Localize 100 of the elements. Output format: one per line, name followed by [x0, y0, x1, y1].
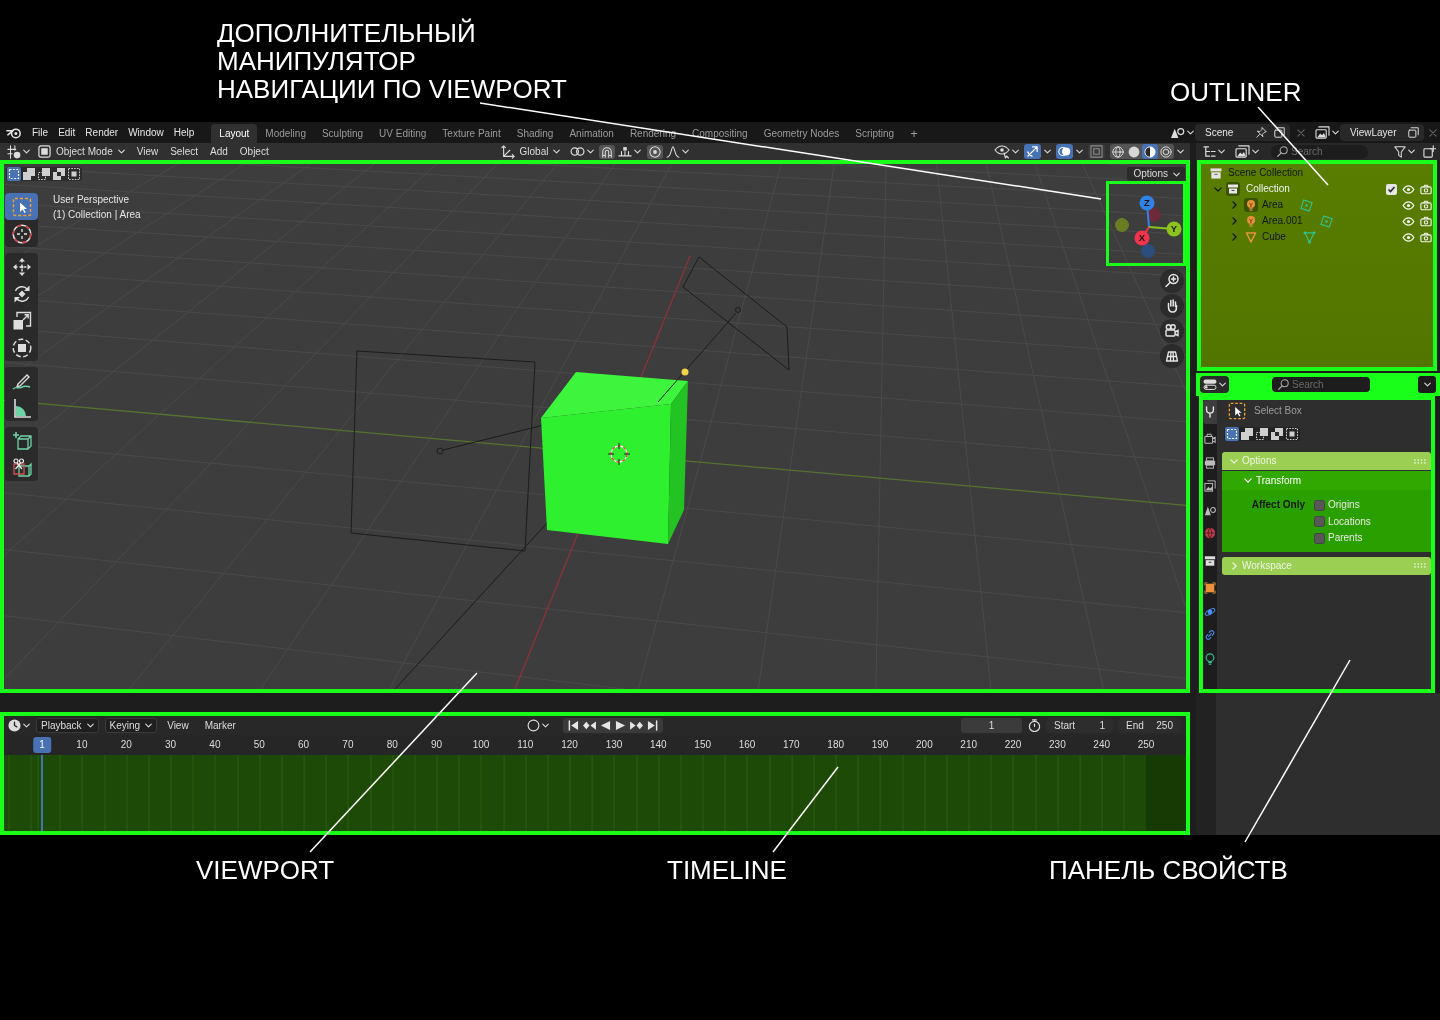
filter-button[interactable] [1394, 145, 1415, 158]
close-icon[interactable] [1429, 128, 1437, 137]
add-workspace-button[interactable]: + [902, 124, 926, 143]
camera-icon[interactable] [1420, 215, 1432, 227]
workspace-tab[interactable]: Layout [211, 124, 258, 143]
snap-target-dropdown[interactable] [618, 146, 642, 157]
subtract-squares-icon[interactable] [37, 167, 51, 181]
workspace-tab[interactable]: Sculpting [313, 124, 372, 143]
union-squares-icon[interactable] [1240, 427, 1254, 441]
menu-dropdown[interactable]: Playback [36, 718, 99, 733]
difference-squares-icon[interactable] [1270, 427, 1284, 441]
movie-camera-icon[interactable] [1160, 319, 1184, 343]
intersect-squares-icon[interactable] [1285, 427, 1299, 441]
checkbox[interactable] [1314, 499, 1325, 511]
tree-item-label[interactable]: Collection [1246, 183, 1290, 195]
menu-item[interactable]: Marker [198, 719, 242, 732]
search-field[interactable]: Search [1272, 377, 1370, 392]
axis-ball[interactable]: Z [1139, 195, 1155, 211]
pivot-dropdown[interactable] [570, 146, 595, 157]
chevron-right-icon[interactable] [1231, 201, 1237, 209]
subtract-squares-icon[interactable] [1255, 427, 1269, 441]
navigation-gizmo[interactable]: Z Y X [1109, 184, 1183, 263]
chevron-down-icon[interactable] [1214, 186, 1222, 192]
menu-item[interactable]: Help [168, 122, 200, 143]
hand-icon[interactable] [1160, 294, 1184, 318]
falloff-dropdown[interactable] [666, 145, 690, 158]
workspace-tab[interactable]: Geometry Nodes [755, 124, 848, 143]
previous-keyframe-icon[interactable] [583, 720, 596, 731]
editor-type-button[interactable] [1200, 376, 1229, 393]
visibility-dropdown[interactable] [994, 144, 1019, 159]
orientation-dropdown[interactable]: Global [500, 144, 561, 159]
tool-button[interactable] [5, 193, 38, 220]
scene-field[interactable]: Scene [1195, 124, 1290, 141]
workspace-tab[interactable]: Rendering [621, 124, 685, 143]
scene-selector-button[interactable] [1170, 126, 1194, 139]
workspace-tab[interactable]: Animation [561, 124, 622, 143]
tree-item-label[interactable]: Area [1262, 199, 1284, 211]
properties-tab[interactable] [1203, 400, 1217, 424]
dropdown-button[interactable] [1177, 149, 1184, 154]
xray-toggle[interactable] [1088, 144, 1105, 159]
chevron-right-icon[interactable] [1231, 233, 1237, 241]
chevron-right-icon[interactable] [1231, 217, 1237, 225]
tree-item-label[interactable]: Area.001 [1262, 215, 1303, 227]
snap-toggle[interactable] [599, 144, 616, 159]
menu-item[interactable]: Select [164, 145, 204, 158]
proportional-edit-toggle[interactable] [647, 144, 664, 159]
view-layer-selector-button[interactable] [1315, 126, 1339, 139]
end-frame-field[interactable]: End 250 [1118, 718, 1181, 733]
dropdown-button[interactable] [1418, 376, 1436, 393]
close-icon[interactable] [1297, 128, 1305, 137]
view-layer-field[interactable]: ViewLayer [1340, 124, 1424, 141]
menu-item[interactable]: Render [80, 122, 124, 143]
overlays-toggle[interactable] [1056, 144, 1073, 159]
camera-icon[interactable] [1420, 183, 1432, 195]
start-frame-field[interactable]: Start 1 [1046, 718, 1113, 733]
menu-item[interactable]: File [27, 122, 54, 143]
dropdown-button[interactable] [1044, 149, 1051, 154]
difference-squares-icon[interactable] [52, 167, 66, 181]
blender-logo-icon[interactable] [6, 126, 21, 139]
camera-icon[interactable] [1420, 199, 1432, 211]
menu-item[interactable]: Object [233, 145, 275, 158]
copy-icon[interactable] [1408, 127, 1419, 138]
menu-item[interactable]: Add [204, 145, 234, 158]
camera-icon[interactable] [1420, 231, 1432, 243]
jump-to-start-icon[interactable] [568, 720, 579, 731]
eye-icon[interactable] [1402, 232, 1415, 242]
axis-ball[interactable]: X [1134, 230, 1150, 246]
next-keyframe-icon[interactable] [630, 720, 643, 731]
pin-icon[interactable] [1256, 127, 1267, 138]
workspace-tab[interactable]: Texture Paint [434, 124, 509, 143]
tree-item-label[interactable]: Scene Collection [1228, 167, 1304, 179]
display-mode-button[interactable] [1235, 145, 1259, 158]
current-frame-field[interactable]: 1 [961, 718, 1022, 733]
editor-type-button[interactable] [1203, 145, 1225, 158]
new-collection-button[interactable] [1423, 145, 1436, 158]
axis-ball[interactable]: Y [1166, 221, 1182, 237]
workspace-tab[interactable]: Scripting [847, 124, 903, 143]
menu-item[interactable]: Edit [53, 122, 81, 143]
intersect-squares-icon[interactable] [67, 167, 81, 181]
workspace-tab[interactable]: Modeling [257, 124, 314, 143]
options-dropdown[interactable]: Options [1126, 167, 1185, 181]
dashed-square-icon[interactable] [7, 167, 21, 181]
workspace-tab[interactable]: UV Editing [371, 124, 435, 143]
menu-item[interactable]: View [130, 145, 165, 158]
checkbox[interactable] [1386, 183, 1397, 195]
eye-icon[interactable] [1402, 184, 1415, 194]
editor-type-button[interactable] [7, 144, 30, 159]
tree-item-label[interactable]: Cube [1262, 231, 1286, 243]
mode-dropdown[interactable]: Object Mode [38, 145, 125, 158]
editor-type-button[interactable] [8, 719, 30, 732]
dashed-square-icon[interactable] [1225, 427, 1239, 441]
checkbox[interactable] [1314, 516, 1325, 528]
menu-item[interactable]: View [161, 719, 195, 732]
workspace-tab[interactable]: Shading [508, 124, 562, 143]
workspace-tab[interactable]: Compositing [684, 124, 756, 143]
menu-item[interactable]: Window [123, 122, 169, 143]
eye-icon[interactable] [1402, 200, 1415, 210]
eye-icon[interactable] [1402, 216, 1415, 226]
grid-icon[interactable] [1160, 344, 1184, 368]
jump-to-end-icon[interactable] [647, 720, 658, 731]
